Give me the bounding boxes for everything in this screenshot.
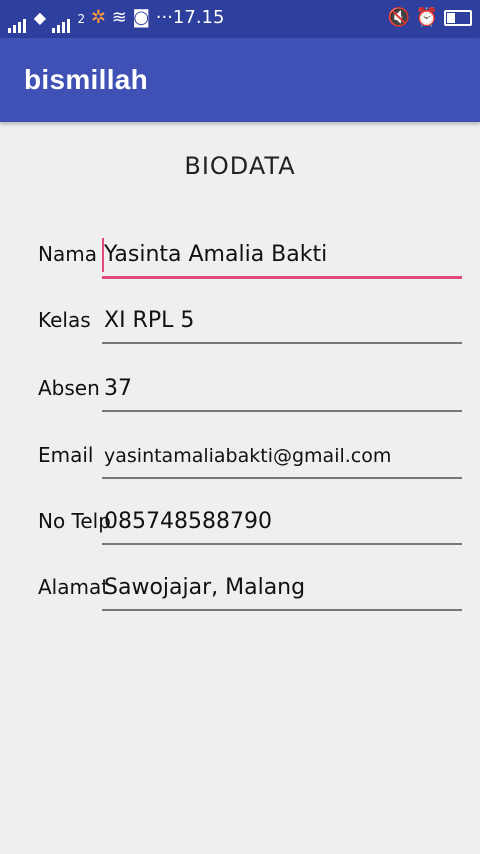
email-value: yasintamaliabakti@gmail.com — [104, 445, 392, 467]
no-telp-input[interactable]: 085748588790 — [102, 501, 462, 545]
alamat-value: Sawojajar, Malang — [104, 575, 306, 600]
signal-icon — [8, 13, 28, 33]
kelas-input[interactable]: XI RPL 5 — [102, 300, 462, 344]
field-label-no-telp: No Telp — [38, 509, 111, 533]
field-label-absen: Absen — [38, 376, 100, 400]
mute-icon: 🔇 — [387, 7, 411, 28]
alarm-icon: ⏰ — [415, 7, 439, 28]
no-telp-value: 085748588790 — [104, 509, 272, 534]
field-label-kelas: Kelas — [38, 308, 91, 332]
sim-indicator: 2 — [77, 12, 86, 26]
app-bar: bismillah — [0, 38, 480, 122]
field-row-absen: Absen 37 — [0, 366, 480, 426]
field-row-no-telp: No Telp 085748588790 — [0, 499, 480, 559]
instagram-icon: ◙ — [132, 7, 151, 28]
status-time: ···17.15 — [155, 7, 225, 28]
wifi-icon: ≋ — [111, 7, 127, 28]
nama-input[interactable]: Yasinta Amalia Bakti — [102, 234, 462, 279]
nama-value: Yasinta Amalia Bakti — [104, 242, 328, 267]
status-left-icons: ◆ 2 ✲ ≋ ◙ ···17.15 — [8, 7, 225, 33]
status-right-icons: 🔇 ⏰ — [388, 8, 472, 28]
field-row-nama: Nama Yasinta Amalia Bakti — [0, 232, 480, 292]
field-label-nama: Nama — [38, 242, 97, 266]
field-label-email: Email — [38, 443, 94, 467]
signal-icon-2 — [51, 13, 72, 33]
email-input[interactable]: yasintamaliabakti@gmail.com — [102, 435, 462, 479]
form-heading: BIODATA — [184, 152, 296, 180]
carrier-icon: ◆ — [33, 8, 47, 27]
battery-icon — [444, 10, 472, 26]
field-row-alamat: Alamat Sawojajar, Malang — [0, 565, 480, 625]
field-label-alamat: Alamat — [38, 575, 110, 599]
absen-input[interactable]: 37 — [102, 368, 462, 412]
status-bar: ◆ 2 ✲ ≋ ◙ ···17.15 🔇 ⏰ — [0, 0, 480, 38]
absen-value: 37 — [104, 376, 132, 401]
pinwheel-icon: ✲ — [90, 7, 106, 28]
field-row-email: Email yasintamaliabakti@gmail.com — [0, 433, 480, 493]
alamat-input[interactable]: Sawojajar, Malang — [102, 567, 462, 611]
field-row-kelas: Kelas XI RPL 5 — [0, 298, 480, 358]
kelas-value: XI RPL 5 — [104, 308, 195, 333]
app-title: bismillah — [24, 64, 149, 95]
